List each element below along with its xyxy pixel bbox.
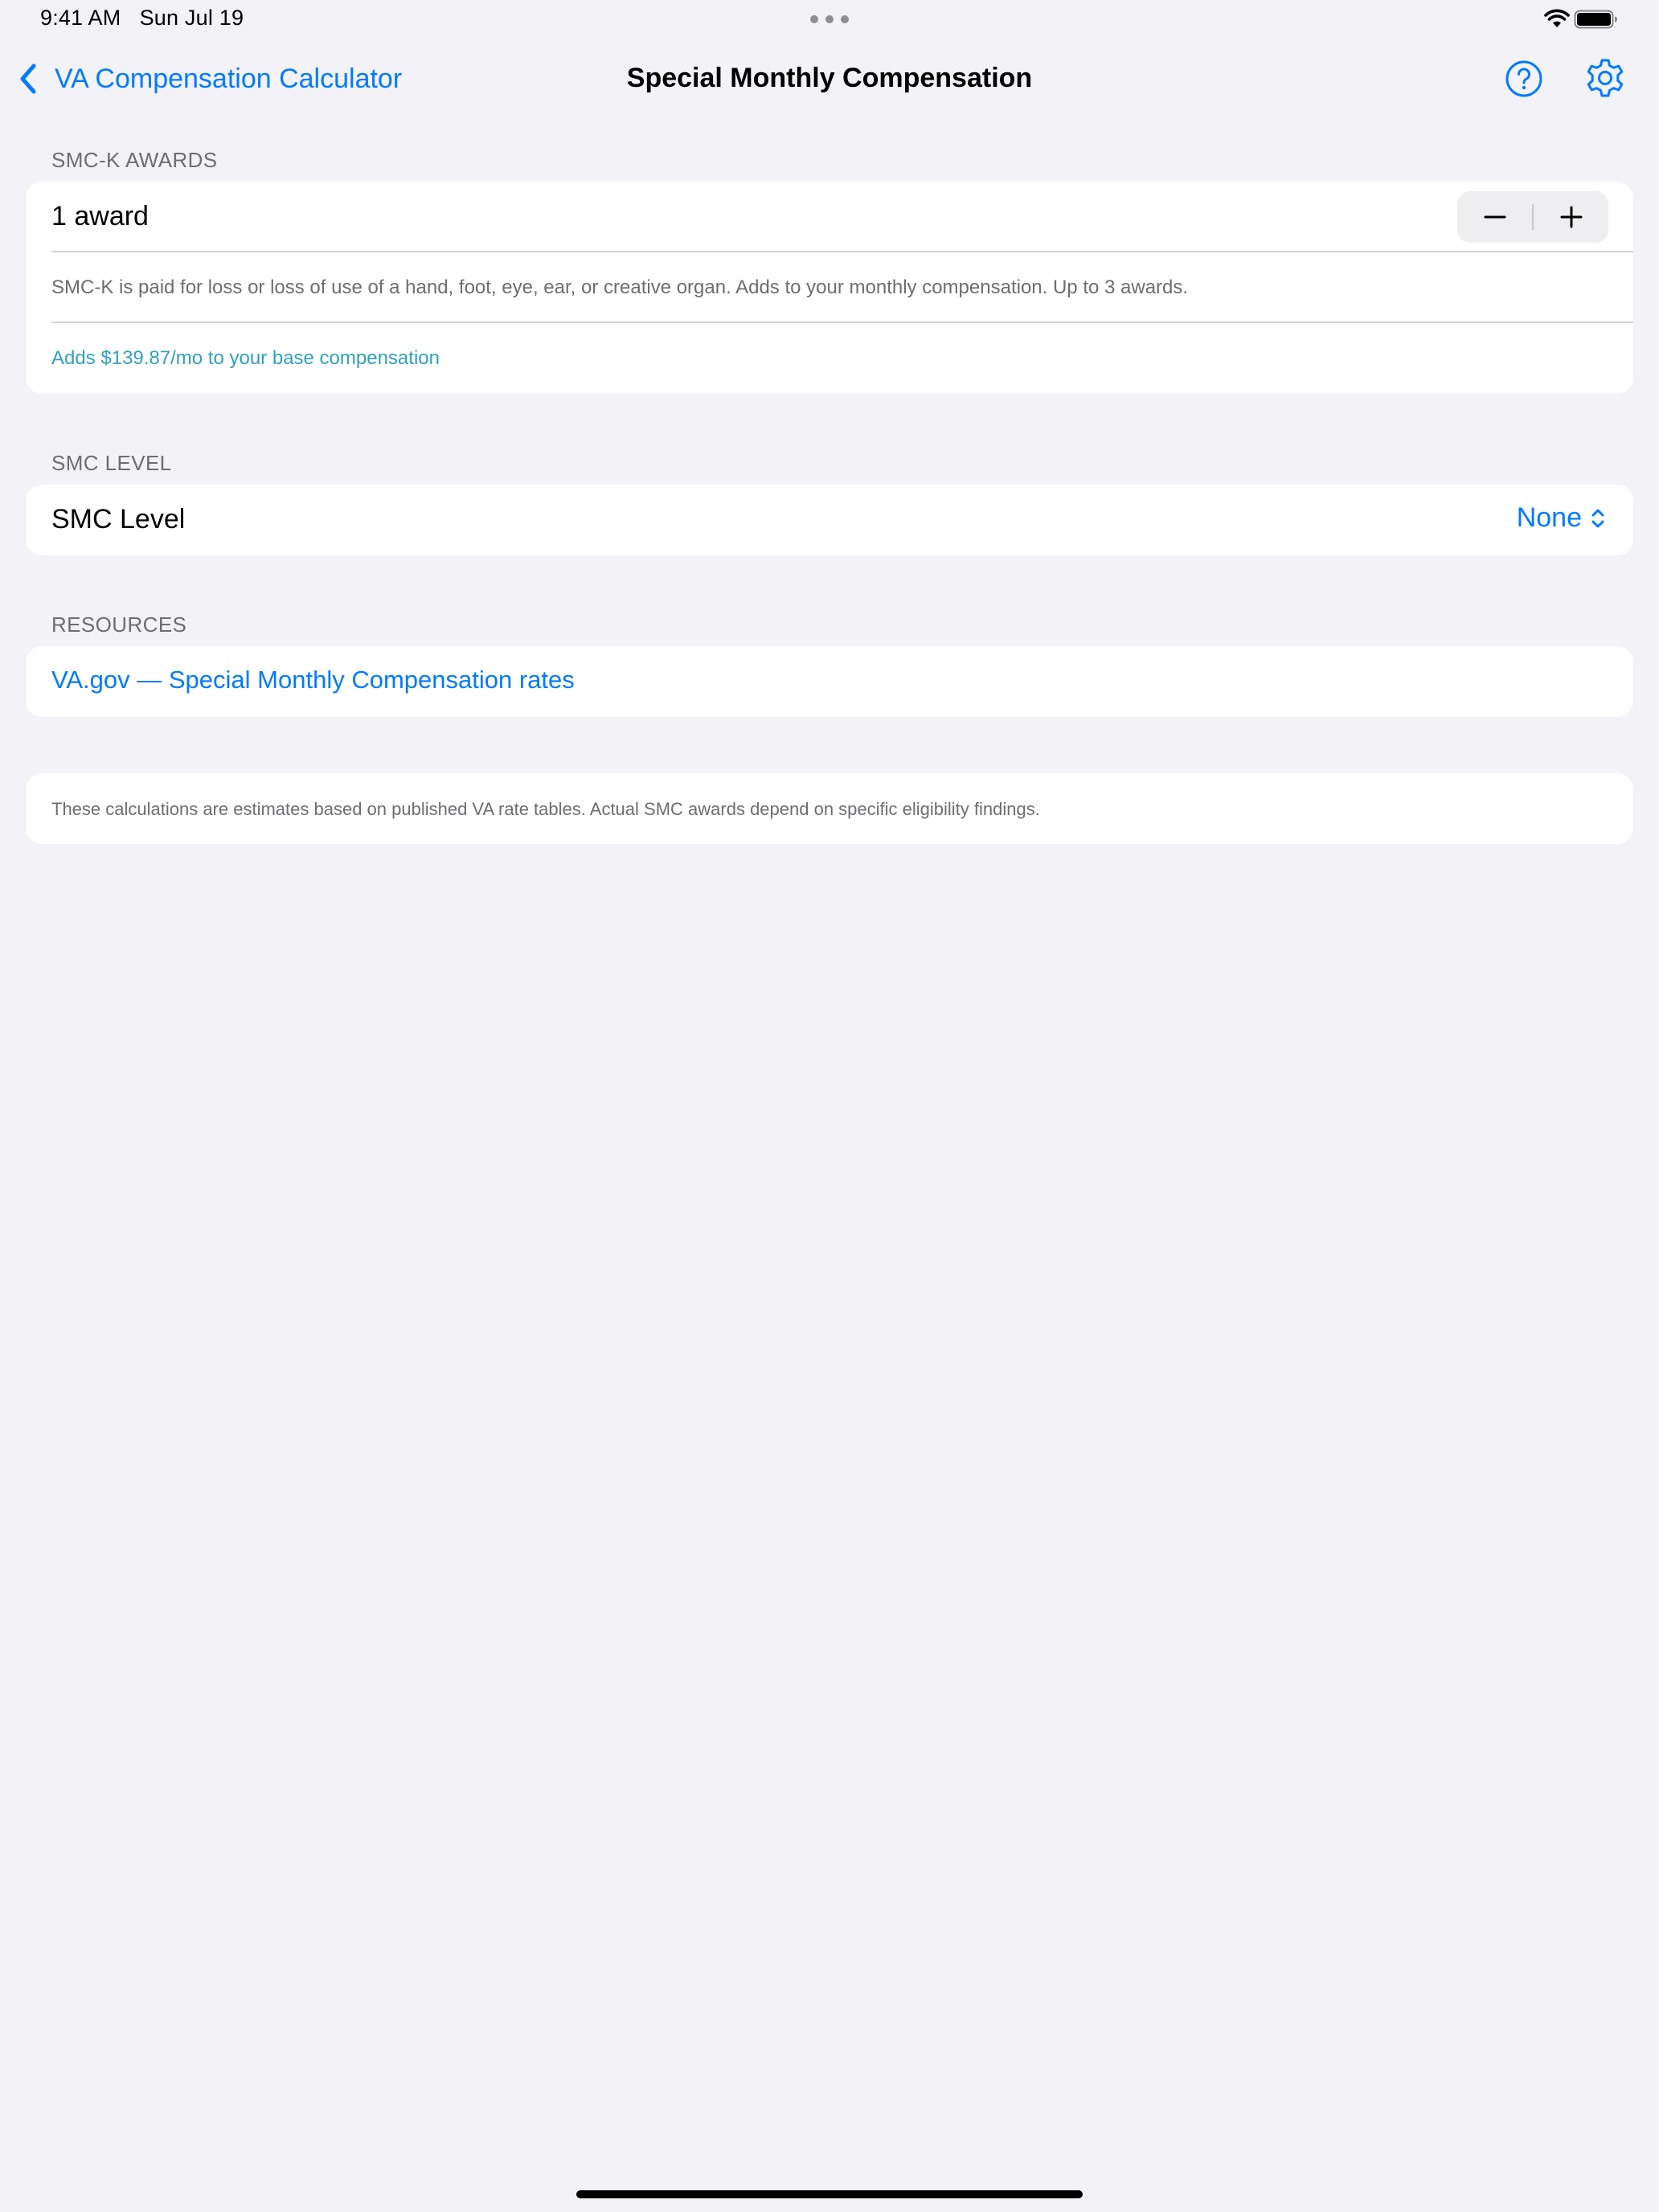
battery-icon (1574, 10, 1617, 29)
page-title: Special Monthly Compensation (626, 63, 1033, 93)
award-count-label: 1 award (51, 201, 149, 231)
multitasking-dots-icon[interactable] (810, 15, 849, 23)
increment-button[interactable] (1534, 191, 1608, 243)
smc-level-picker[interactable]: None (1517, 502, 1606, 534)
gear-icon[interactable] (1585, 58, 1625, 98)
disclaimer-row: These calculations are estimates based o… (26, 773, 1633, 844)
wifi-icon (1544, 9, 1570, 27)
smck-info-text: SMC-K is paid for loss or loss of use of… (51, 276, 1189, 298)
minus-icon (1484, 215, 1505, 219)
resource-link-row[interactable]: VA.gov — Special Monthly Compensation ra… (26, 646, 1633, 717)
navigation-bar: VA Compensation Calculator Special Month… (0, 40, 1659, 117)
smc-rates-link[interactable]: VA.gov — Special Monthly Compensation ra… (51, 666, 575, 694)
chevron-up-down-icon (1591, 509, 1604, 527)
smck-card: 1 award SMC-K is paid for loss or loss o… (26, 182, 1633, 394)
smck-adds-row: Adds $139.87/mo to your base compensatio… (26, 323, 1633, 394)
smc-level-label: SMC Level (51, 504, 186, 535)
status-date: Sun Jul 19 (139, 6, 244, 30)
smc-level-card: SMC Level None (26, 485, 1633, 555)
award-stepper[interactable] (1457, 191, 1608, 243)
award-count-row: 1 award (26, 182, 1633, 252)
smck-section-header: SMC-K AWARDS (51, 148, 218, 172)
home-indicator[interactable] (576, 2190, 1083, 2198)
plus-icon (1560, 206, 1582, 228)
smc-level-row[interactable]: SMC Level None (26, 485, 1633, 555)
smc-level-value: None (1516, 502, 1582, 533)
smck-info-row: SMC-K is paid for loss or loss of use of… (26, 252, 1633, 323)
disclaimer-card: These calculations are estimates based o… (26, 773, 1633, 844)
resources-section-header: RESOURCES (51, 612, 187, 637)
decrement-button[interactable] (1457, 191, 1532, 243)
smck-adds-text: Adds $139.87/mo to your base compensatio… (51, 347, 440, 369)
smc-level-section-header: SMC LEVEL (51, 451, 172, 475)
status-time: 9:41 AM (40, 6, 121, 30)
question-circle-icon[interactable] (1505, 59, 1543, 98)
status-time-date: 9:41 AM Sun Jul 19 (40, 6, 244, 31)
resources-card: VA.gov — Special Monthly Compensation ra… (26, 646, 1633, 717)
page: 9:41 AM Sun Jul 19 VA Compensation Calcu… (0, 0, 1659, 2212)
status-bar: 9:41 AM Sun Jul 19 (0, 0, 1659, 40)
disclaimer-text: These calculations are estimates based o… (51, 799, 1040, 819)
